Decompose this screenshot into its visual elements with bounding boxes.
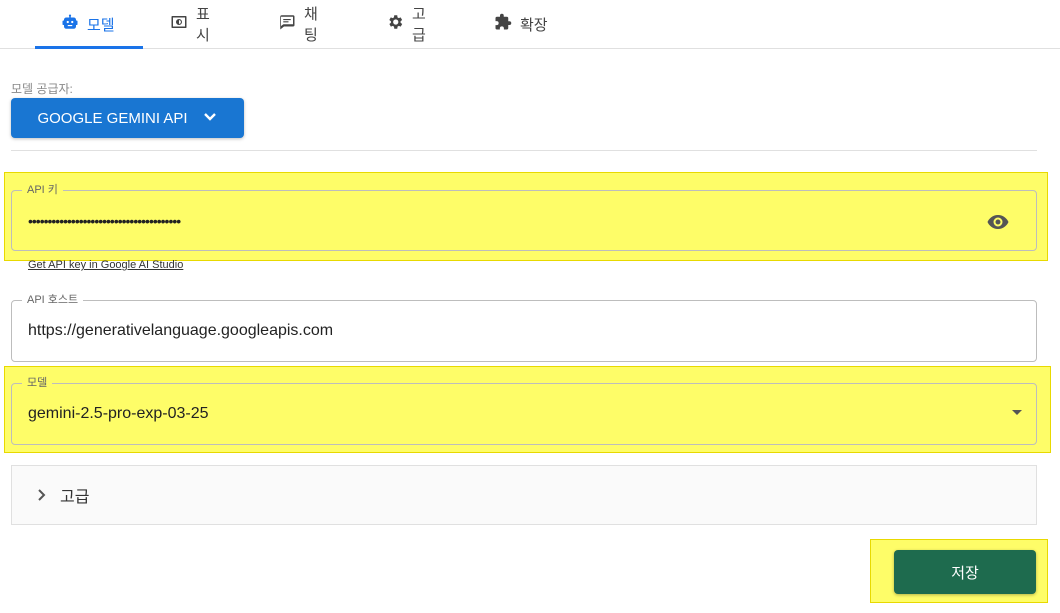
api-key-field[interactable]: API 키 ••••••••••••••••••••••••••••••••••…	[11, 183, 1037, 251]
display-icon	[170, 13, 188, 35]
api-host-field[interactable]: API 호스트 https://generativelanguage.googl…	[11, 293, 1037, 362]
model-select[interactable]: 모델 gemini-2.5-pro-exp-03-25	[11, 376, 1037, 445]
model-value: gemini-2.5-pro-exp-03-25	[28, 405, 209, 422]
chat-icon	[278, 13, 296, 35]
get-api-key-link[interactable]: Get API key in Google AI Studio	[28, 259, 183, 271]
tab-chat-label: 채팅	[304, 6, 318, 44]
eye-icon[interactable]	[986, 210, 1010, 234]
puzzle-icon	[494, 13, 512, 35]
advanced-accordion[interactable]: 고급	[11, 465, 1037, 525]
api-key-value: •••••••••••••••••••••••••••••••••••••••	[28, 212, 181, 229]
gear-icon	[386, 13, 404, 35]
dropdown-arrow-icon[interactable]	[1012, 410, 1022, 415]
divider	[11, 150, 1037, 151]
chevron-down-icon	[202, 108, 218, 128]
tab-extensions-label: 확장	[520, 16, 548, 34]
provider-select-button[interactable]: GOOGLE GEMINI API	[11, 98, 244, 138]
provider-label: 모델 공급자:	[11, 82, 73, 96]
tab-extensions[interactable]: 확장	[468, 0, 574, 48]
chevron-right-icon	[38, 489, 46, 501]
provider-selected-label: GOOGLE GEMINI API	[37, 109, 188, 127]
tab-model-label: 모델	[87, 16, 115, 34]
tab-advanced[interactable]: 고급	[360, 0, 464, 48]
tab-model[interactable]: 모델	[35, 0, 143, 49]
advanced-accordion-label: 고급	[60, 489, 90, 506]
robot-icon	[61, 13, 79, 35]
tab-advanced-label: 고급	[412, 6, 426, 44]
settings-tabs: 모델 표시 채팅 고급 확장	[0, 0, 1060, 49]
save-button[interactable]: 저장	[894, 550, 1036, 594]
api-host-value: https://generativelanguage.googleapis.co…	[28, 322, 334, 339]
tab-display[interactable]: 표시	[144, 0, 248, 48]
tab-display-label: 표시	[196, 6, 210, 44]
tab-chat[interactable]: 채팅	[252, 0, 356, 48]
